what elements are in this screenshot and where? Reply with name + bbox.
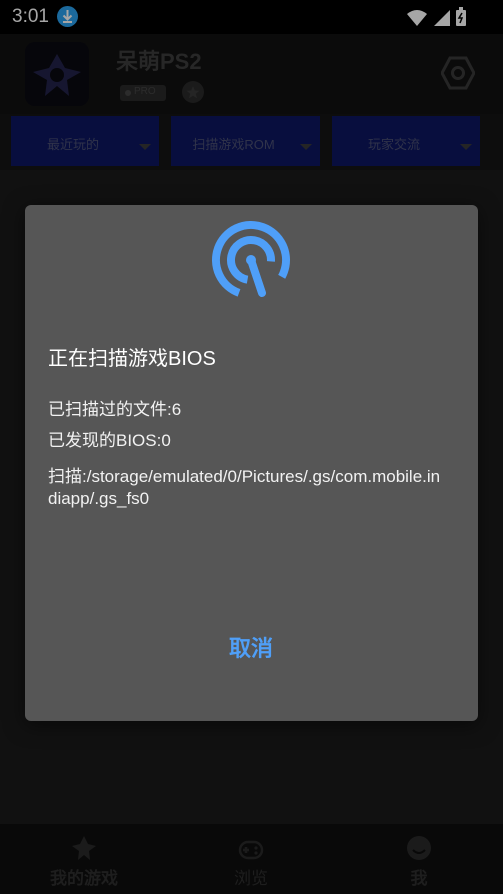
scanning-icon [212,221,290,299]
scanned-files-count: 已扫描过的文件:6 [48,400,182,419]
scan-path: 扫描:/storage/emulated/0/Pictures/.gs/com.… [48,467,441,508]
cancel-button[interactable]: 取消 [201,631,301,667]
scan-bios-dialog: 正在扫描游戏BIOS 已扫描过的文件:6 已发现的BIOS:0 扫描:/stor… [25,205,478,721]
dialog-title: 正在扫描游戏BIOS [48,348,216,370]
found-bios-count: 已发现的BIOS:0 [48,431,171,450]
